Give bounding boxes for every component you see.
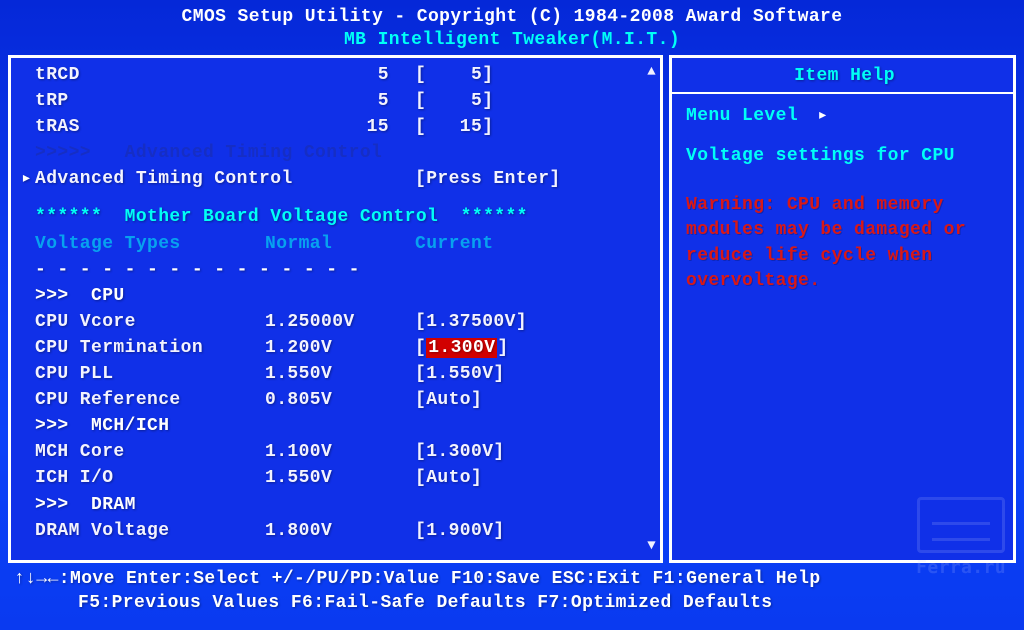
ich-io-current: [Auto] (415, 465, 482, 491)
adv-timing-dim-label: >>>>> Advanced Timing Control (35, 140, 382, 166)
footer-line-1: ↑↓→←:Move Enter:Select +/-/PU/PD:Value F… (14, 567, 1010, 591)
cpu-section-label: >>> CPU (35, 283, 125, 309)
trcd-label: tRCD (35, 62, 265, 88)
dram-voltage-normal: 1.800V (265, 518, 415, 544)
cpu-term-label: CPU Termination (35, 335, 265, 361)
row-adv-timing[interactable]: ▸ Advanced Timing Control [Press Enter] (21, 166, 652, 192)
cpu-pll-label: CPU PLL (35, 361, 265, 387)
cpu-ref-normal: 0.805V (265, 387, 415, 413)
row-cpu-pll[interactable]: CPU PLL 1.550V [1.550V] (21, 361, 652, 387)
mch-ich-section-label: >>> MCH/ICH (35, 413, 169, 439)
cpu-vcore-current: [1.37500V] (415, 309, 527, 335)
footer-hints: ↑↓→←:Move Enter:Select +/-/PU/PD:Value F… (4, 567, 1020, 616)
section-dram: >>> DRAM (21, 492, 652, 518)
section-cpu: >>> CPU (21, 283, 652, 309)
settings-panel: ▲ ▼ tRCD 5 [ 5] tRP 5 [ 5] tRAS 15 [ 15] (8, 55, 663, 563)
cpu-term-current: [1.300V] (415, 335, 509, 361)
tras-normal: 15 (265, 114, 415, 140)
mch-core-current: [1.300V] (415, 439, 505, 465)
cpu-pll-normal: 1.550V (265, 361, 415, 387)
help-title: Item Help (686, 66, 1003, 86)
header-title-2: MB Intelligent Tweaker(M.I.T.) (4, 29, 1020, 52)
cpu-ref-label: CPU Reference (35, 387, 265, 413)
adv-timing-current: [Press Enter] (415, 166, 561, 192)
section-mb-voltage: ****** Mother Board Voltage Control ****… (21, 204, 652, 230)
adv-timing-label: Advanced Timing Control (35, 166, 415, 192)
menu-level: Menu Level ▸ (686, 104, 1003, 126)
help-divider (672, 92, 1013, 94)
row-dram-voltage[interactable]: DRAM Voltage 1.800V [1.900V] (21, 518, 652, 544)
section-mch-ich: >>> MCH/ICH (21, 413, 652, 439)
trcd-current: [ 5] (415, 62, 493, 88)
dram-section-label: >>> DRAM (35, 492, 136, 518)
scroll-down-icon[interactable]: ▼ (647, 538, 656, 554)
cpu-vcore-normal: 1.25000V (265, 309, 415, 335)
cpu-vcore-label: CPU Vcore (35, 309, 265, 335)
cursor-marker-icon: ▸ (21, 166, 35, 192)
ich-io-normal: 1.550V (265, 465, 415, 491)
tras-label: tRAS (35, 114, 265, 140)
dram-voltage-current: [1.900V] (415, 518, 505, 544)
row-adv-timing-dim: >>>>> Advanced Timing Control (21, 140, 652, 166)
help-text: Voltage settings for CPU (686, 144, 1003, 169)
divider-dashes: - - - - - - - - - - - - - - - (21, 257, 652, 283)
chevron-right-icon: ▸ (809, 106, 828, 126)
row-cpu-reference[interactable]: CPU Reference 0.805V [Auto] (21, 387, 652, 413)
help-panel: Item Help Menu Level ▸ Voltage settings … (669, 55, 1016, 563)
row-trp[interactable]: tRP 5 [ 5] (21, 88, 652, 114)
mb-voltage-header: ****** Mother Board Voltage Control ****… (35, 204, 528, 230)
selected-value: 1.300V (426, 338, 497, 358)
footer-line-2: F5:Previous Values F6:Fail-Safe Defaults… (14, 591, 1010, 615)
ich-io-label: ICH I/O (35, 465, 265, 491)
mch-core-label: MCH Core (35, 439, 265, 465)
row-mch-core[interactable]: MCH Core 1.100V [1.300V] (21, 439, 652, 465)
help-warning: Warning: CPU and memory modules may be d… (686, 193, 1003, 294)
mch-core-normal: 1.100V (265, 439, 415, 465)
row-tras[interactable]: tRAS 15 [ 15] (21, 114, 652, 140)
cpu-term-normal: 1.200V (265, 335, 415, 361)
trcd-normal: 5 (265, 62, 415, 88)
row-trcd[interactable]: tRCD 5 [ 5] (21, 62, 652, 88)
voltage-types-label: Voltage Types (35, 231, 265, 257)
trp-normal: 5 (265, 88, 415, 114)
tras-current: [ 15] (415, 114, 493, 140)
trp-current: [ 5] (415, 88, 493, 114)
cpu-ref-current: [Auto] (415, 387, 482, 413)
row-voltage-header: Voltage Types Normal Current (21, 231, 652, 257)
row-cpu-termination[interactable]: CPU Termination 1.200V [1.300V] (21, 335, 652, 361)
row-cpu-vcore[interactable]: CPU Vcore 1.25000V [1.37500V] (21, 309, 652, 335)
header-title-1: CMOS Setup Utility - Copyright (C) 1984-… (4, 6, 1020, 29)
scroll-up-icon[interactable]: ▲ (647, 64, 656, 80)
dram-voltage-label: DRAM Voltage (35, 518, 265, 544)
voltage-normal-label: Normal (265, 231, 415, 257)
menu-level-label: Menu Level (686, 106, 798, 126)
trp-label: tRP (35, 88, 265, 114)
row-ich-io[interactable]: ICH I/O 1.550V [Auto] (21, 465, 652, 491)
voltage-current-label: Current (415, 231, 493, 257)
cpu-pll-current: [1.550V] (415, 361, 505, 387)
